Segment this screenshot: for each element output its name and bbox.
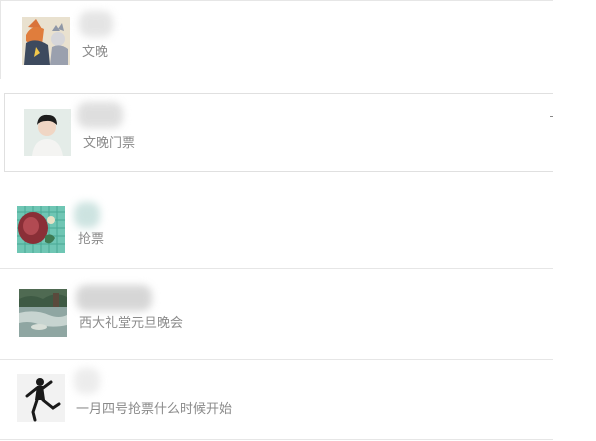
blurred-contact-name <box>74 202 100 228</box>
message-preview: 文晚 <box>82 45 109 60</box>
blurred-contact-name <box>74 368 100 394</box>
conversation-item-5[interactable]: 一月四号抢票什么时候开始 <box>0 360 553 440</box>
conversation-item-4[interactable]: 西大礼堂元旦晚会 <box>0 269 553 359</box>
flower-lattice-avatar <box>17 206 65 253</box>
young-man-avatar <box>24 109 71 156</box>
pond-landscape-avatar <box>19 289 67 337</box>
divider <box>0 439 553 440</box>
message-preview: 西大礼堂元旦晚会 <box>79 316 184 331</box>
blurred-contact-name <box>77 102 123 128</box>
conversation-item-1[interactable]: 文晚 <box>0 0 553 79</box>
message-preview: 一月四号抢票什么时候开始 <box>76 402 233 417</box>
blurred-contact-name <box>76 285 152 311</box>
conversation-item-3[interactable]: 抢票 <box>0 184 553 268</box>
conversation-item-2[interactable]: 文晚门票 <box>4 93 553 172</box>
message-preview: 文晚门票 <box>83 136 136 151</box>
dancing-figure-avatar <box>17 374 65 422</box>
blurred-contact-name <box>79 11 113 37</box>
message-preview: 抢票 <box>78 232 105 247</box>
cartoon-fox-avatar <box>22 17 70 65</box>
separator-mark <box>550 116 553 117</box>
